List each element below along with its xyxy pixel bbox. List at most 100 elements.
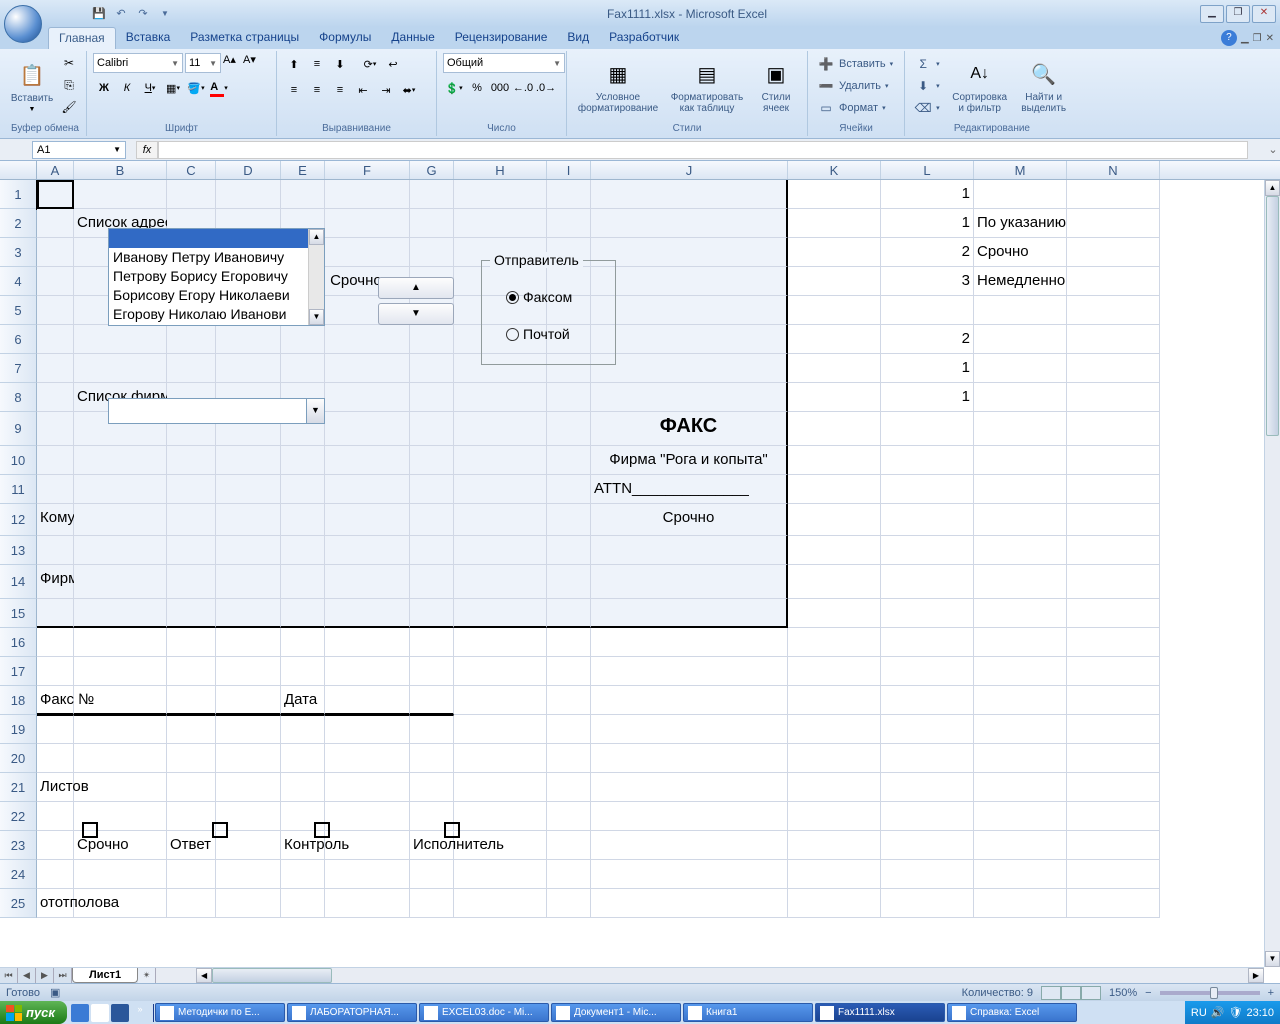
cell-B24[interactable]	[74, 860, 167, 889]
cell-F24[interactable]	[325, 860, 410, 889]
doc-close-icon[interactable]: ✕	[1266, 33, 1274, 44]
urgency-spinner[interactable]: ▲ ▼	[378, 277, 454, 329]
row-header-21[interactable]: 21	[0, 773, 37, 802]
redo-icon[interactable]: ↷	[134, 5, 152, 23]
autosum-button[interactable]: Σ▾	[911, 53, 945, 75]
align-center-icon[interactable]: ≡	[306, 79, 328, 101]
cell-G19[interactable]	[410, 715, 454, 744]
cell-B1[interactable]	[74, 180, 167, 209]
cell-K24[interactable]	[788, 860, 881, 889]
row-header-22[interactable]: 22	[0, 802, 37, 831]
row-header-10[interactable]: 10	[0, 446, 37, 475]
cell-N10[interactable]	[1067, 446, 1160, 475]
cell-K5[interactable]	[788, 296, 881, 325]
cell-N21[interactable]	[1067, 773, 1160, 802]
cell-D20[interactable]	[216, 744, 281, 773]
cell-H17[interactable]	[454, 657, 547, 686]
cell-J2[interactable]	[591, 209, 788, 238]
row-header-15[interactable]: 15	[0, 599, 37, 628]
cell-L20[interactable]	[881, 744, 974, 773]
cell-D7[interactable]	[216, 354, 281, 383]
cell-A20[interactable]	[37, 744, 74, 773]
cell-J8[interactable]	[591, 383, 788, 412]
cell-M19[interactable]	[974, 715, 1067, 744]
cell-H19[interactable]	[454, 715, 547, 744]
cell-N18[interactable]	[1067, 686, 1160, 715]
cell-F21[interactable]	[325, 773, 410, 802]
cell-C20[interactable]	[167, 744, 216, 773]
cell-H22[interactable]	[454, 802, 547, 831]
list-item[interactable]: Иванову Петру Ивановичу	[109, 248, 324, 267]
cell-L7[interactable]: 1	[881, 354, 974, 383]
scroll-thumb[interactable]	[212, 968, 332, 983]
row-header-13[interactable]: 13	[0, 536, 37, 565]
row-header-3[interactable]: 3	[0, 238, 37, 267]
close-button[interactable]: ✕	[1252, 5, 1276, 23]
help-icon[interactable]: ?	[1221, 30, 1237, 46]
cell-H2[interactable]	[454, 209, 547, 238]
cell-H25[interactable]	[454, 889, 547, 918]
taskbar-item[interactable]: Справка: Excel	[947, 1003, 1077, 1022]
cell-N20[interactable]	[1067, 744, 1160, 773]
cell-A4[interactable]	[37, 267, 74, 296]
cell-N24[interactable]	[1067, 860, 1160, 889]
cell-L10[interactable]	[881, 446, 974, 475]
cell-J20[interactable]	[591, 744, 788, 773]
cell-K17[interactable]	[788, 657, 881, 686]
list-item[interactable]	[109, 229, 324, 248]
cell-E12[interactable]	[281, 504, 325, 536]
expand-formula-bar-icon[interactable]: ⌄	[1266, 143, 1280, 156]
cell-K19[interactable]	[788, 715, 881, 744]
cell-E15[interactable]	[281, 599, 325, 628]
cell-C10[interactable]	[167, 446, 216, 475]
cell-I10[interactable]	[547, 446, 591, 475]
office-button[interactable]	[4, 5, 42, 43]
cell-M20[interactable]	[974, 744, 1067, 773]
cell-K8[interactable]	[788, 383, 881, 412]
cell-I24[interactable]	[547, 860, 591, 889]
cell-M16[interactable]	[974, 628, 1067, 657]
tab-developer[interactable]: Разработчик	[599, 27, 689, 49]
cell-A13[interactable]	[37, 536, 74, 565]
cell-M1[interactable]	[974, 180, 1067, 209]
tab-nav-next-icon[interactable]: ▶	[36, 968, 54, 983]
cell-C15[interactable]	[167, 599, 216, 628]
cell-C24[interactable]	[167, 860, 216, 889]
cell-C11[interactable]	[167, 475, 216, 504]
cell-B14[interactable]	[74, 565, 167, 599]
cell-B15[interactable]	[74, 599, 167, 628]
cell-I18[interactable]	[547, 686, 591, 715]
cell-L13[interactable]	[881, 536, 974, 565]
cell-K13[interactable]	[788, 536, 881, 565]
cut-icon[interactable]: ✂	[58, 53, 80, 73]
cell-J9[interactable]: ФАКС	[591, 412, 788, 446]
tab-data[interactable]: Данные	[381, 27, 444, 49]
cell-M17[interactable]	[974, 657, 1067, 686]
taskbar-item[interactable]: EXCEL03.doc - Mi...	[419, 1003, 549, 1022]
cell-M15[interactable]	[974, 599, 1067, 628]
cell-A8[interactable]	[37, 383, 74, 412]
cell-N6[interactable]	[1067, 325, 1160, 354]
row-header-20[interactable]: 20	[0, 744, 37, 773]
cell-H23[interactable]	[454, 831, 547, 860]
cell-I20[interactable]	[547, 744, 591, 773]
ql-more-icon[interactable]: »	[131, 1004, 149, 1022]
column-header-N[interactable]: N	[1067, 161, 1160, 179]
cell-M4[interactable]: Немедленно	[974, 267, 1067, 296]
cell-B11[interactable]	[74, 475, 167, 504]
cell-E25[interactable]	[281, 889, 325, 918]
delete-cells-button[interactable]: ➖Удалить▾	[814, 75, 898, 97]
cell-G20[interactable]	[410, 744, 454, 773]
cell-I13[interactable]	[547, 536, 591, 565]
cell-D25[interactable]	[216, 889, 281, 918]
cell-J4[interactable]	[591, 267, 788, 296]
cell-K20[interactable]	[788, 744, 881, 773]
cell-A14[interactable]: Фирма	[37, 565, 74, 599]
cell-H14[interactable]	[454, 565, 547, 599]
cell-L8[interactable]: 1	[881, 383, 974, 412]
cell-G16[interactable]	[410, 628, 454, 657]
tray-shield-icon[interactable]: 🛡	[1229, 1006, 1243, 1019]
cell-E19[interactable]	[281, 715, 325, 744]
view-page-break-icon[interactable]	[1081, 986, 1101, 1000]
new-sheet-icon[interactable]: ✴	[138, 968, 156, 983]
